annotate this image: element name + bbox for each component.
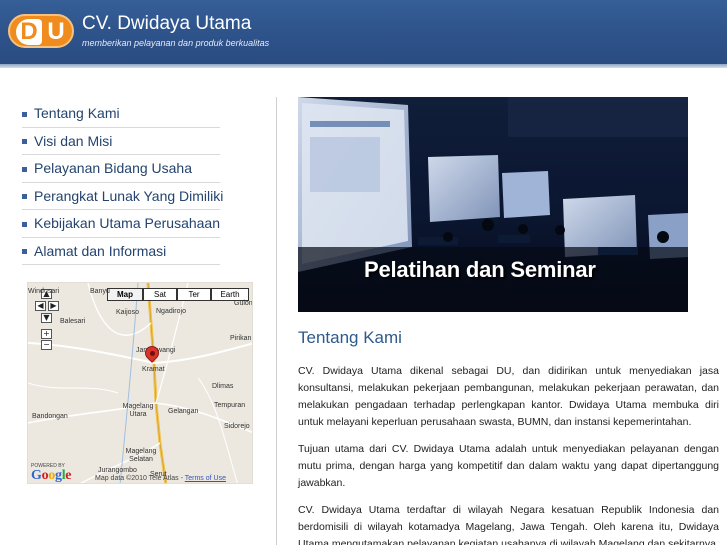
map-place-label: Gelangan	[168, 408, 199, 415]
map-place-label: Sidorejo	[224, 423, 250, 430]
map-place-label: Banyu	[90, 288, 110, 295]
map-attribution: Map data ©2010 Tele Atlas - Terms of Use	[95, 475, 226, 483]
map-type-map-button[interactable]: Map	[107, 288, 143, 301]
nav-item-alamat[interactable]: Alamat dan Informasi	[22, 238, 220, 265]
site-header: D U CV. Dwidaya Utama memberikan pelayan…	[0, 0, 727, 64]
banner-caption: Pelatihan dan Seminar	[364, 257, 596, 282]
banner-image: Pelatihan dan Seminar	[298, 97, 688, 312]
bullet-icon	[22, 249, 27, 255]
map-place-label: Pirikan	[230, 335, 252, 342]
map-place-label: Magelang Selatan	[125, 448, 157, 463]
site-tagline: memberikan pelayanan dan produk berkuali…	[82, 38, 270, 48]
map-type-ter-button[interactable]: Ter	[177, 288, 211, 301]
nav-item-visi-misi[interactable]: Visi dan Misi	[22, 128, 220, 155]
nav-item-pelayanan[interactable]: Pelayanan Bidang Usaha	[22, 155, 220, 183]
side-nav: Tentang Kami Visi dan Misi Pelayanan Bid…	[22, 100, 223, 265]
logo-letter-d: D	[16, 19, 42, 45]
map-marker-dot	[150, 351, 155, 356]
map-type-switcher: Map Sat Ter Earth	[107, 288, 249, 301]
column-divider	[276, 97, 277, 545]
map-place-label: Balesari	[60, 318, 86, 325]
map-place-label: Gulon	[234, 300, 253, 307]
logo-letter-u: U	[47, 18, 65, 45]
intro-paragraph: CV. Dwidaya Utama dikenal sebagai DU, da…	[298, 365, 719, 428]
site-logo[interactable]: D U	[8, 14, 74, 48]
nav-item-label[interactable]: Alamat dan Informasi	[34, 243, 166, 259]
google-wordmark: Google	[31, 468, 72, 483]
goal-paragraph: Tujuan utama dari CV. Dwidaya Utama adal…	[298, 443, 719, 489]
pan-right-icon[interactable]: ▶	[48, 301, 59, 311]
nav-item-label[interactable]: Visi dan Misi	[34, 133, 112, 149]
nav-item-perangkat-lunak[interactable]: Perangkat Lunak Yang Dimiliki	[22, 183, 223, 210]
map-place-label: Dlimas	[212, 383, 234, 390]
map-place-label: Magelang Utara	[122, 403, 154, 418]
pan-left-icon[interactable]: ◀	[35, 301, 46, 311]
main-content: Tentang Kami CV. Dwidaya Utama dikenal s…	[298, 327, 719, 545]
zoom-in-button[interactable]: +	[41, 329, 52, 339]
map-place-label: Kramat	[142, 366, 165, 373]
google-logo[interactable]: POWERED BY Google	[31, 463, 72, 483]
nav-item-kebijakan[interactable]: Kebijakan Utama Perusahaan	[22, 210, 220, 238]
nav-item-label[interactable]: Kebijakan Utama Perusahaan	[34, 215, 220, 231]
header-divider	[0, 64, 727, 68]
map-place-label: Jurangombo	[98, 467, 137, 474]
bullet-icon	[22, 221, 27, 227]
location-map[interactable]: Map Sat Ter Earth ▲ ◀ ▶ ▼ + − Windusari …	[27, 282, 253, 484]
map-place-label: Tempuran	[214, 402, 246, 409]
terms-of-use-link[interactable]: Terms of Use	[185, 475, 226, 482]
zoom-out-button[interactable]: −	[41, 340, 52, 350]
bullet-icon	[22, 166, 27, 172]
domicile-paragraph: CV. Dwidaya Utama terdaftar di wilayah N…	[298, 504, 719, 545]
map-place-label: Kaijoso	[116, 309, 139, 316]
bullet-icon	[22, 139, 27, 145]
map-place-label: Ngadirojo	[156, 308, 186, 315]
map-place-label: Windusari	[28, 288, 60, 295]
nav-item-label[interactable]: Pelayanan Bidang Usaha	[34, 160, 192, 176]
bullet-icon	[22, 111, 27, 117]
map-place-label: Bandongan	[32, 413, 68, 420]
nav-item-label[interactable]: Tentang Kami	[34, 105, 120, 121]
nav-item-tentang-kami[interactable]: Tentang Kami	[22, 100, 220, 128]
bullet-icon	[22, 194, 27, 200]
pan-down-icon[interactable]: ▼	[41, 313, 52, 323]
map-type-sat-button[interactable]: Sat	[143, 288, 177, 301]
page-title: Tentang Kami	[298, 328, 402, 347]
site-title: CV. Dwidaya Utama	[82, 13, 252, 34]
map-attribution-text: Map data ©2010 Tele Atlas -	[95, 475, 185, 482]
nav-item-label[interactable]: Perangkat Lunak Yang Dimiliki	[34, 188, 223, 204]
